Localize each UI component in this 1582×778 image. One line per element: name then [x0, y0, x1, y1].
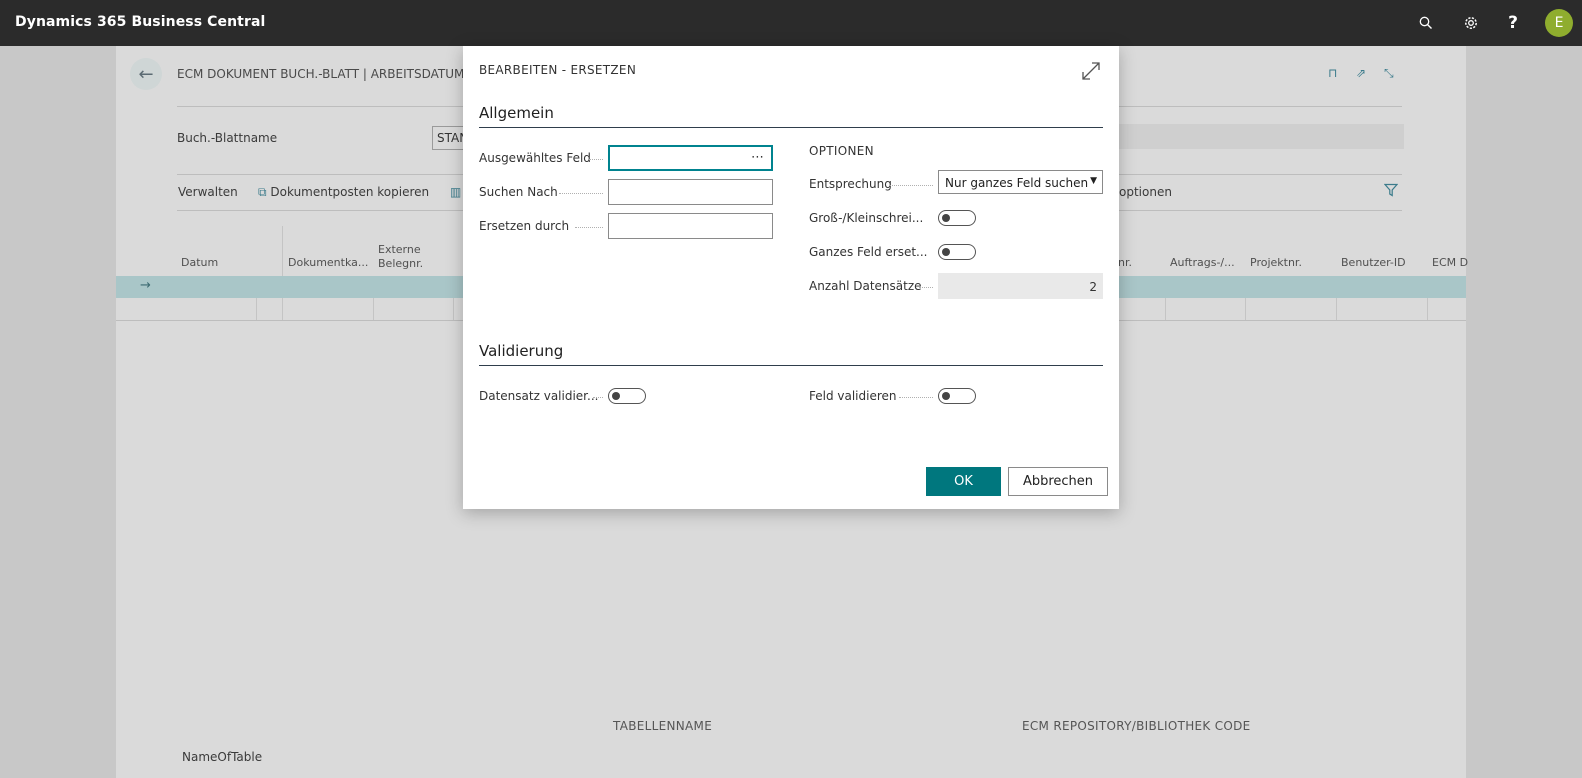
column-header[interactable]: Auftrags-/... [1170, 256, 1235, 269]
column-header[interactable]: nr. [1118, 256, 1132, 269]
app-title: Dynamics 365 Business Central [15, 14, 266, 30]
open-new-window-icon[interactable]: ⇗ [1356, 66, 1366, 80]
collapse-icon[interactable]: ⤡ [1384, 66, 1394, 81]
match-label: Entsprechung [809, 177, 892, 191]
selected-field-label: Ausgewähltes Feld [479, 151, 591, 165]
lookup-ellipsis-icon[interactable]: ⋯ [751, 150, 765, 165]
delete-icon[interactable]: ▥ [450, 185, 461, 199]
bookmark-icon[interactable]: ⊓ [1328, 66, 1337, 80]
row-arrow-icon: → [140, 278, 151, 293]
manage-action[interactable]: Verwalten [178, 185, 238, 199]
validate-field-toggle[interactable] [938, 388, 976, 404]
expand-icon[interactable] [1080, 60, 1102, 82]
search-label: Suchen Nach [479, 185, 558, 199]
chevron-down-icon: ▼ [1090, 176, 1097, 186]
cancel-button[interactable]: Abbrechen [1008, 467, 1108, 496]
replace-whole-field-toggle[interactable] [938, 244, 976, 260]
replace-label: Ersetzen durch [479, 219, 570, 233]
section-general-title: Allgemein [479, 104, 554, 122]
filter-icon[interactable] [1383, 183, 1399, 200]
column-header[interactable]: Benutzer-ID [1341, 256, 1406, 269]
background-field [1112, 124, 1404, 149]
section-validation-title: Validierung [479, 342, 564, 360]
options-heading: OPTIONEN [809, 144, 874, 158]
gear-icon[interactable] [1461, 13, 1481, 33]
factbox-table-name-header: TABELLENNAME [613, 719, 713, 733]
dialog-title: BEARBEITEN - ERSETZEN [479, 63, 637, 77]
match-select[interactable]: Nur ganzes Feld suchen ▼ [938, 170, 1103, 194]
validate-record-toggle[interactable] [608, 388, 646, 404]
search-icon[interactable] [1416, 13, 1436, 33]
search-input[interactable] [608, 179, 773, 205]
validate-record-label: Datensatz validier... [479, 389, 599, 403]
replace-whole-field-label: Ganzes Feld erset... [809, 245, 928, 259]
column-header[interactable]: Projektnr. [1250, 256, 1302, 269]
case-sensitive-toggle[interactable] [938, 210, 976, 226]
options-action[interactable]: optionen [1119, 185, 1172, 199]
help-icon[interactable]: ? [1503, 13, 1523, 33]
column-header[interactable]: Externe Belegnr. [378, 243, 428, 271]
replace-input[interactable] [608, 213, 773, 239]
copy-icon: ⧉ [258, 185, 267, 199]
record-count-label: Anzahl Datensätze [809, 279, 922, 293]
column-header[interactable]: Datum [181, 256, 218, 269]
edit-replace-dialog: BEARBEITEN - ERSETZEN Allgemein Ausgewäh… [463, 46, 1119, 509]
page-title: ECM DOKUMENT BUCH.-BLATT | ARBEITSDATUM:… [177, 67, 480, 81]
selected-field-input[interactable]: ⋯ [608, 145, 773, 171]
top-bar: Dynamics 365 Business Central ? E [0, 0, 1582, 46]
record-count-value: 2 [938, 273, 1103, 299]
factbox-repo-header: ECM REPOSITORY/BIBLIOTHEK CODE [1022, 719, 1251, 733]
case-sensitive-label: Groß-/Kleinschrei... [809, 211, 924, 225]
ok-button[interactable]: OK [926, 467, 1001, 496]
factbox-table-name-value: NameOfTable [182, 750, 263, 764]
copy-lines-action[interactable]: ⧉ Dokumentposten kopieren [258, 185, 429, 200]
batch-name-label: Buch.-Blattname [177, 131, 278, 145]
back-arrow-icon[interactable]: ← [130, 58, 162, 90]
column-header[interactable]: Dokumentka... [288, 256, 368, 269]
column-header[interactable]: ECM D [1432, 256, 1468, 269]
avatar[interactable]: E [1545, 9, 1573, 37]
validate-field-label: Feld validieren [809, 389, 897, 403]
